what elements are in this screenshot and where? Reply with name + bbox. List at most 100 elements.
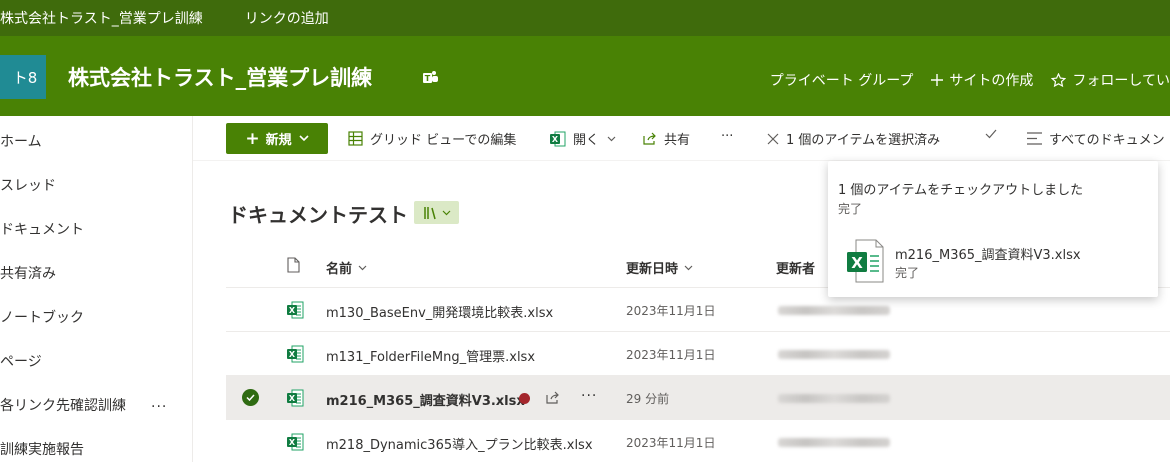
modified-by-redacted bbox=[778, 438, 890, 447]
excel-file-icon: X bbox=[287, 301, 304, 319]
notification-message: 1 個のアイテムをチェックアウトしました bbox=[838, 183, 1084, 198]
nav-item-more-button[interactable]: ... bbox=[151, 395, 167, 411]
private-group-label[interactable]: プライベート グループ bbox=[770, 70, 914, 90]
column-header-modified[interactable]: 更新日時 bbox=[626, 258, 693, 277]
view-selector-label: すべてのドキュメン bbox=[1049, 133, 1165, 148]
chevron-down-icon bbox=[684, 265, 693, 270]
share-label: 共有 bbox=[664, 133, 691, 148]
nav-item-training-report[interactable]: 訓練実施報告 bbox=[0, 439, 84, 459]
private-group-text: プライベート グループ bbox=[769, 73, 914, 89]
new-button[interactable]: + 新規 bbox=[226, 123, 328, 154]
modified-by-redacted bbox=[778, 394, 890, 403]
file-name-link[interactable]: m216_M365_調査資料V3.xlsx bbox=[326, 390, 525, 409]
chevron-down-icon bbox=[299, 135, 309, 142]
excel-file-icon: X bbox=[287, 345, 304, 363]
table-row[interactable]: X m218_Dynamic365導入_プラン比較表.xlsx 2023年11月… bbox=[226, 420, 1170, 462]
open-label: 開く bbox=[573, 133, 600, 148]
svg-text:X: X bbox=[851, 254, 863, 272]
nav-item-documents[interactable]: ドキュメント bbox=[0, 219, 84, 239]
checked-out-icon bbox=[519, 393, 530, 404]
checkout-notification: 1 個のアイテムをチェックアウトしました 完了 X m216_M365_調査資料… bbox=[828, 161, 1158, 297]
chevron-down-icon bbox=[442, 210, 450, 215]
checkmark-icon bbox=[246, 394, 255, 401]
close-icon bbox=[767, 133, 779, 144]
header-actions: プライベート グループ サイトの作成 フォローしてい bbox=[770, 70, 1170, 90]
column-name-label: 名前 bbox=[326, 262, 353, 277]
modified-date: 2023年11月1日 bbox=[626, 348, 716, 362]
share-icon[interactable] bbox=[545, 390, 560, 405]
column-modified-by-label: 更新者 bbox=[776, 262, 816, 277]
selection-count-label: 1 個のアイテムを選択済み bbox=[786, 133, 941, 148]
file-name-link[interactable]: m218_Dynamic365導入_プラン比較表.xlsx bbox=[326, 434, 593, 453]
follow-button[interactable]: フォローしてい bbox=[1051, 70, 1170, 90]
notification-status: 完了 bbox=[838, 202, 863, 216]
share-icon bbox=[643, 132, 656, 145]
checkmark-icon bbox=[985, 129, 997, 139]
row-more-button[interactable]: ··· bbox=[581, 388, 597, 404]
view-selector-button[interactable]: すべてのドキュメン bbox=[1027, 129, 1165, 148]
site-link-bar: 株式会社トラスト_営業プレ訓練 リンクの追加 bbox=[0, 0, 1170, 36]
modified-date: 29 分前 bbox=[626, 392, 670, 406]
svg-text:X: X bbox=[552, 135, 559, 144]
excel-file-icon: X bbox=[287, 433, 304, 451]
site-header: ト8 株式会社トラスト_営業プレ訓練 T プライベート グループ サイトの作成 … bbox=[0, 36, 1170, 116]
view-options-button[interactable] bbox=[414, 201, 459, 224]
file-name-link[interactable]: m130_BaseEnv_開発環境比較表.xlsx bbox=[326, 302, 553, 321]
nav-item-threads[interactable]: スレッド bbox=[0, 175, 56, 195]
nav-item-pages[interactable]: ページ bbox=[0, 351, 42, 371]
add-link-button[interactable]: リンクの追加 bbox=[245, 8, 329, 28]
open-button[interactable]: X 開く bbox=[550, 129, 623, 148]
chevron-down-icon bbox=[607, 136, 616, 141]
left-navigation: ホーム スレッド ドキュメント 共有済み ノートブック ページ 各リンク先確認訓… bbox=[0, 116, 193, 462]
create-site-label: サイトの作成 bbox=[949, 73, 1034, 89]
nav-item-home[interactable]: ホーム bbox=[0, 131, 42, 151]
modified-by-redacted bbox=[778, 350, 890, 359]
teams-icon[interactable]: T bbox=[422, 69, 439, 86]
notification-file-name[interactable]: m216_M365_調査資料V3.xlsx bbox=[895, 244, 1081, 263]
column-header-name[interactable]: 名前 bbox=[326, 258, 367, 277]
file-name-link[interactable]: m131_FolderFileMng_管理票.xlsx bbox=[326, 346, 535, 365]
star-icon bbox=[1051, 72, 1067, 87]
plus-icon: + bbox=[245, 128, 260, 149]
site-logo[interactable]: ト8 bbox=[0, 55, 46, 99]
list-icon bbox=[1027, 132, 1042, 145]
share-button[interactable]: 共有 bbox=[642, 129, 690, 148]
excel-file-icon: X bbox=[847, 239, 884, 283]
more-commands-button[interactable]: ··· bbox=[721, 129, 733, 144]
library-title: ドキュメントテスト bbox=[228, 203, 408, 227]
svg-text:X: X bbox=[289, 394, 296, 403]
follow-label: フォローしてい bbox=[1072, 73, 1170, 89]
column-header-modified-by[interactable]: 更新者 bbox=[776, 258, 815, 277]
row-selected-check-icon[interactable] bbox=[242, 389, 259, 406]
info-toggle-button[interactable] bbox=[985, 129, 1004, 139]
svg-text:X: X bbox=[289, 350, 296, 359]
modified-by-redacted bbox=[778, 306, 890, 315]
table-row[interactable]: X m131_FolderFileMng_管理票.xlsx 2023年11月1日 bbox=[226, 332, 1170, 376]
nav-item-notebook[interactable]: ノートブック bbox=[0, 307, 84, 327]
library-icon bbox=[423, 206, 436, 219]
table-row-selected[interactable]: X m216_M365_調査資料V3.xlsx ··· 29 分前 bbox=[226, 376, 1170, 420]
nav-item-link-check[interactable]: 各リンク先確認訓練 bbox=[0, 395, 126, 415]
site-title[interactable]: 株式会社トラスト_営業プレ訓練 bbox=[68, 62, 372, 92]
grid-icon bbox=[348, 131, 363, 146]
chevron-down-icon bbox=[358, 265, 367, 270]
plus-icon bbox=[931, 74, 944, 86]
file-type-header-icon[interactable] bbox=[287, 257, 300, 273]
notification-file-status: 完了 bbox=[895, 266, 920, 280]
svg-text:X: X bbox=[289, 306, 296, 315]
nav-item-shared[interactable]: 共有済み bbox=[0, 263, 56, 283]
excel-icon: X bbox=[550, 131, 566, 146]
new-label: 新規 bbox=[265, 133, 292, 148]
column-modified-label: 更新日時 bbox=[626, 262, 679, 277]
site-link[interactable]: 株式会社トラスト_営業プレ訓練 bbox=[0, 8, 203, 28]
modified-date: 2023年11月1日 bbox=[626, 304, 716, 318]
command-bar: + 新規 グリッド ビューでの編集 X 開く 共有 ··· 1 個のアイテムを選… bbox=[193, 116, 1170, 161]
excel-file-icon: X bbox=[287, 389, 304, 407]
grid-edit-button[interactable]: グリッド ビューでの編集 bbox=[348, 129, 516, 148]
grid-edit-label: グリッド ビューでの編集 bbox=[370, 133, 517, 148]
svg-text:T: T bbox=[425, 74, 431, 83]
create-site-button[interactable]: サイトの作成 bbox=[931, 70, 1033, 90]
clear-selection-button[interactable]: 1 個のアイテムを選択済み bbox=[767, 129, 940, 148]
svg-text:X: X bbox=[289, 438, 296, 447]
modified-date: 2023年11月1日 bbox=[626, 436, 716, 450]
